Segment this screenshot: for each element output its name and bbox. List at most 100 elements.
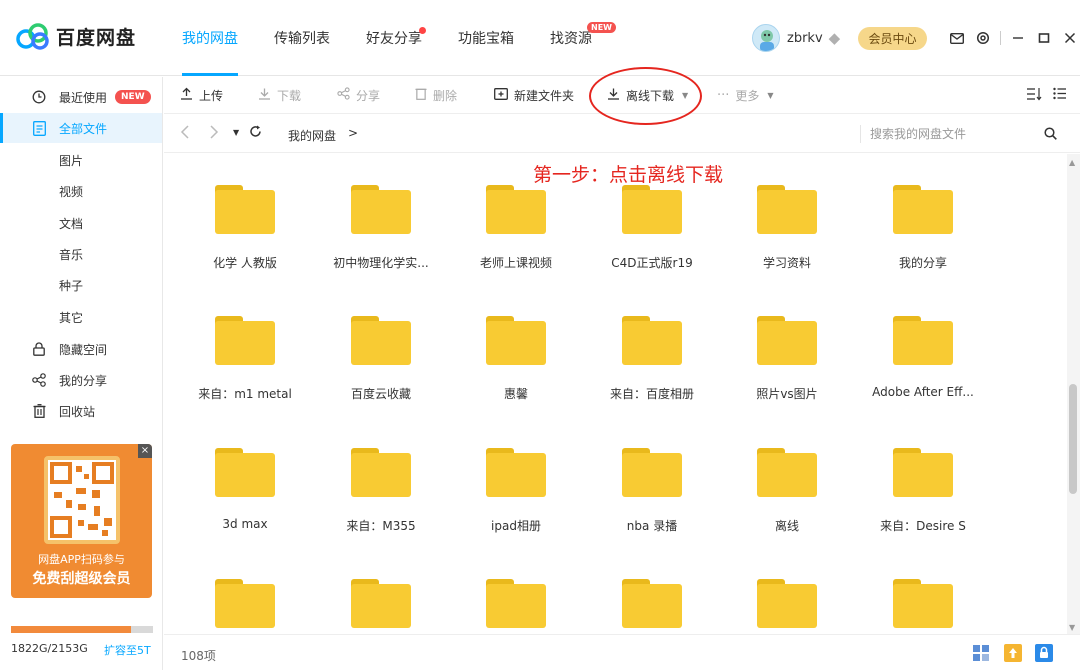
gear-icon[interactable] <box>972 27 994 49</box>
sidebar-item-music[interactable]: 音乐 <box>0 239 162 269</box>
close-icon[interactable] <box>1059 27 1080 49</box>
folder-item[interactable]: Adobe After Eff... <box>855 285 991 405</box>
upload-label: 上传 <box>199 89 224 103</box>
upload-button[interactable]: 上传 <box>180 77 223 114</box>
promo-banner[interactable]: × 网盘APP扫码参与 免费刮超级会员 <box>11 444 152 598</box>
history-dropdown-icon[interactable]: ▼ <box>233 128 239 137</box>
folder-item[interactable]: 百度云收藏 <box>313 285 449 405</box>
breadcrumb-root[interactable]: 我的网盘 <box>288 127 336 144</box>
folder-body <box>351 453 411 497</box>
scrollbar-thumb[interactable] <box>1069 384 1077 494</box>
scroll-up-icon[interactable]: ▲ <box>1069 158 1075 167</box>
folder-item[interactable]: C4D正式版r19 <box>584 154 720 274</box>
upload-queue-icon[interactable] <box>1004 644 1022 662</box>
sort-icon[interactable] <box>1026 87 1042 105</box>
sidebar-item-documents[interactable]: 文档 <box>0 208 162 238</box>
folder-item[interactable] <box>313 548 449 634</box>
more-button[interactable]: ··· 更多 ▼ <box>717 77 774 114</box>
caret-down-icon[interactable]: ▼ <box>682 91 688 100</box>
folder-item[interactable] <box>719 548 855 634</box>
app-logo: 百度网盘 <box>16 20 136 52</box>
refresh-icon[interactable] <box>249 125 262 142</box>
folder-body <box>893 453 953 497</box>
sidebar-item-label: 音乐 <box>59 247 84 262</box>
tab-my-netdisk[interactable]: 我的网盘 <box>168 0 252 76</box>
folder-body <box>757 190 817 234</box>
share-button[interactable]: 分享 <box>337 77 380 114</box>
search-input[interactable] <box>870 122 1030 146</box>
list-view-icon[interactable] <box>1053 87 1067 104</box>
folder-item[interactable]: 来自：M355 <box>313 417 449 537</box>
new-folder-button[interactable]: 新建文件夹 <box>494 77 574 114</box>
sidebar-item-torrents[interactable]: 种子 <box>0 270 162 300</box>
sidebar-item-my-share[interactable]: 我的分享 <box>0 365 162 395</box>
tab-label: 传输列表 <box>274 31 330 47</box>
folder-item[interactable] <box>448 548 584 634</box>
grid-view-icon[interactable] <box>972 644 990 662</box>
close-icon[interactable]: × <box>138 444 152 458</box>
sidebar-item-images[interactable]: 图片 <box>0 145 162 175</box>
scroll-down-icon[interactable]: ▼ <box>1069 623 1075 632</box>
folder-label: ipad相册 <box>491 519 541 533</box>
sidebar-item-recent[interactable]: 最近使用 NEW <box>0 82 162 112</box>
offline-download-button[interactable]: 离线下载 ▼ <box>607 77 688 114</box>
expand-storage-link[interactable]: 扩容至5T <box>104 642 151 658</box>
back-arrow-icon[interactable] <box>180 125 190 143</box>
vertical-scrollbar[interactable]: ▲ ▼ <box>1067 154 1080 634</box>
sidebar-item-all-files[interactable]: 全部文件 <box>0 113 162 143</box>
folder-item[interactable]: 学习资料 <box>719 154 855 274</box>
sidebar-item-label: 隐藏空间 <box>59 342 108 357</box>
mail-icon[interactable] <box>946 27 968 49</box>
sidebar-item-videos[interactable]: 视频 <box>0 176 162 206</box>
tab-label: 功能宝箱 <box>458 31 514 47</box>
folder-item[interactable]: 惠馨 <box>448 285 584 405</box>
folder-icon <box>893 316 953 365</box>
trash-icon <box>415 87 427 104</box>
folder-icon <box>622 316 682 365</box>
folder-item[interactable]: 来自：百度相册 <box>584 285 720 405</box>
vip-center-button[interactable]: 会员中心 <box>858 27 927 50</box>
lock-icon[interactable] <box>1035 644 1053 662</box>
sidebar-item-hidden-space[interactable]: 隐藏空间 <box>0 334 162 364</box>
folder-item[interactable] <box>584 548 720 634</box>
tab-toolbox[interactable]: 功能宝箱 <box>444 0 528 76</box>
more-dots-icon: ··· <box>717 88 730 103</box>
folder-item[interactable]: 老师上课视频 <box>448 154 584 274</box>
tab-transfer-list[interactable]: 传输列表 <box>260 0 344 76</box>
folder-item[interactable]: 初中物理化学实... <box>313 154 449 274</box>
folder-item[interactable]: 我的分享 <box>855 154 991 274</box>
file-grid: 第一步：点击离线下载 化学 人教版 初中物理化学实... 老师上课视频 C4D正式版r… <box>164 154 1066 634</box>
maximize-icon[interactable] <box>1033 27 1055 49</box>
minimize-icon[interactable] <box>1007 27 1029 49</box>
folder-icon <box>486 316 546 365</box>
download-button[interactable]: 下载 <box>258 77 301 114</box>
more-label: 更多 <box>735 89 760 103</box>
folder-item[interactable] <box>177 548 313 634</box>
sidebar-item-label: 图片 <box>59 153 84 168</box>
user-profile[interactable]: zbrkv ◆ <box>752 22 840 54</box>
tab-find-resources[interactable]: 找资源 NEW <box>536 0 616 76</box>
folder-item[interactable]: 离线 <box>719 417 855 537</box>
avatar[interactable] <box>752 24 780 52</box>
sidebar-item-recycle-bin[interactable]: 回收站 <box>0 396 162 426</box>
new-folder-icon <box>494 87 508 104</box>
folder-item[interactable]: 照片vs图片 <box>719 285 855 405</box>
folder-item[interactable]: ipad相册 <box>448 417 584 537</box>
forward-arrow-icon[interactable] <box>209 125 219 143</box>
folder-item[interactable]: 来自：m1 metal <box>177 285 313 405</box>
folder-item[interactable]: 来自：Desire S <box>855 417 991 537</box>
folder-item[interactable]: nba 录播 <box>584 417 720 537</box>
sidebar-item-other[interactable]: 其它 <box>0 302 162 332</box>
folder-label: 化学 人教版 <box>213 256 277 270</box>
folder-body <box>215 584 275 628</box>
folder-item[interactable] <box>855 548 991 634</box>
folder-body <box>757 321 817 365</box>
delete-button[interactable]: 删除 <box>415 77 457 114</box>
tab-friend-share[interactable]: 好友分享 <box>352 0 436 76</box>
search-icon[interactable] <box>1044 125 1057 144</box>
folder-body <box>486 190 546 234</box>
main-nav: 我的网盘 传输列表 好友分享 功能宝箱 找资源 NEW <box>168 0 616 76</box>
storage-usage-text: 1822G/2153G <box>11 642 88 655</box>
folder-item[interactable]: 3d max <box>177 417 313 537</box>
folder-item[interactable]: 化学 人教版 <box>177 154 313 274</box>
